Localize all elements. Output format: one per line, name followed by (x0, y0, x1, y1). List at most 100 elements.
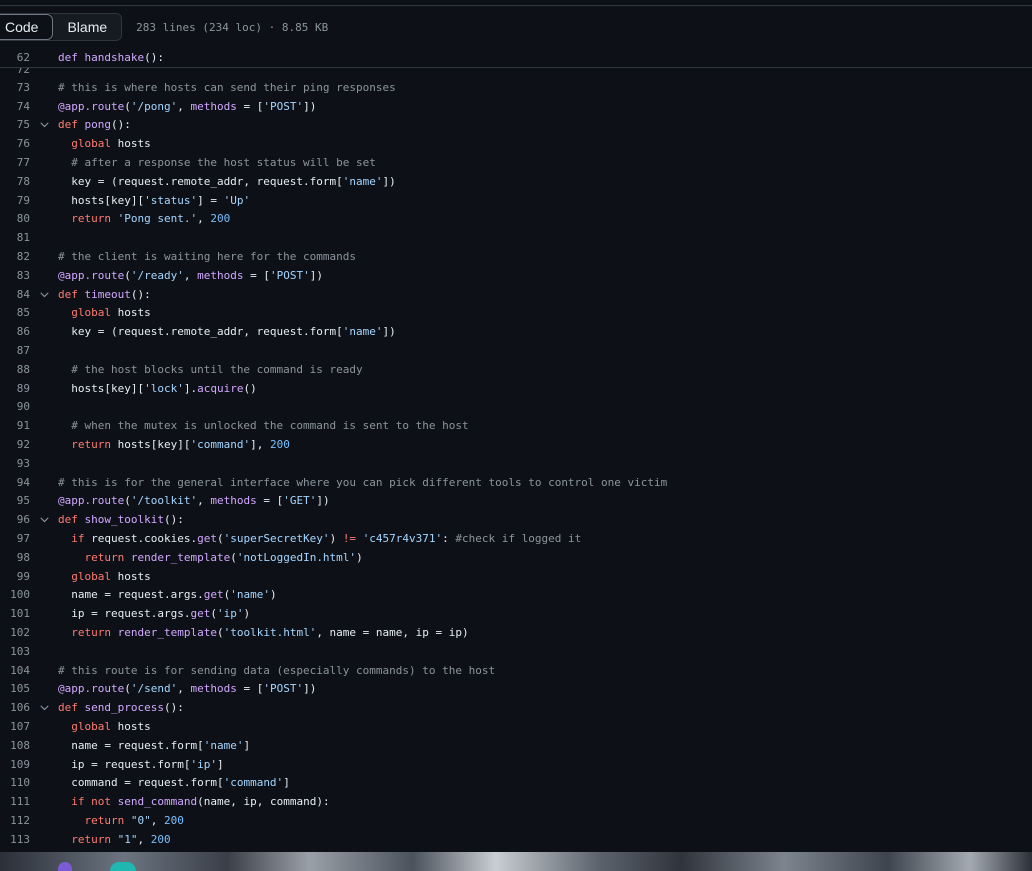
line-number[interactable]: 113 (0, 833, 30, 846)
line-number[interactable]: 92 (0, 438, 30, 451)
line-number[interactable]: 110 (0, 776, 30, 789)
line-number[interactable]: 85 (0, 306, 30, 319)
code-token: request.cookies. (84, 532, 198, 546)
taskbar-app-icon[interactable] (58, 862, 72, 871)
line-number[interactable]: 99 (0, 570, 30, 583)
desktop-taskbar (0, 852, 1032, 871)
line-number[interactable]: 100 (0, 588, 30, 601)
line-number[interactable]: 79 (0, 194, 30, 207)
line-number[interactable]: 86 (0, 325, 30, 338)
line-number[interactable]: 81 (0, 231, 30, 244)
line-number[interactable]: 103 (0, 645, 30, 658)
line-code: # this route is for sending data (especi… (58, 664, 495, 677)
line-number[interactable]: 111 (0, 795, 30, 808)
line-number[interactable]: 104 (0, 664, 30, 677)
code-token: (): (144, 50, 164, 64)
line-number[interactable]: 102 (0, 626, 30, 639)
line-number[interactable]: 105 (0, 682, 30, 695)
line-number[interactable]: 87 (0, 344, 30, 357)
code-token: render_template (117, 626, 217, 639)
line-code: key = (request.remote_addr, request.form… (58, 175, 396, 188)
code-token: # this is where hosts can send their pin… (58, 80, 396, 94)
code-line: 112 return "0", 200 (0, 811, 1032, 830)
chevron-down-icon[interactable] (30, 289, 58, 300)
code-line: 108 name = request.form['name'] (0, 736, 1032, 755)
line-code: global hosts (58, 570, 151, 583)
line-code: @app.route('/ready', methods = ['POST']) (58, 269, 323, 282)
line-number[interactable]: 108 (0, 739, 30, 752)
line-number[interactable]: 101 (0, 607, 30, 620)
code-token: # the client is waiting here for the com… (58, 250, 357, 264)
code-token: = [ (243, 268, 270, 282)
line-code: name = request.args.get('name') (58, 588, 276, 602)
code-token: ip = request.args. (58, 607, 191, 621)
code-token: send_command (117, 795, 198, 809)
line-number[interactable]: 72 (0, 68, 30, 76)
line-number[interactable]: 76 (0, 137, 30, 150)
chevron-down-icon[interactable] (30, 119, 58, 130)
line-number[interactable]: 84 (0, 288, 30, 301)
code-token: 'notLoggedIn.html' (236, 550, 357, 564)
code-token: ( (230, 550, 237, 564)
line-number[interactable]: 106 (0, 701, 30, 714)
line-number[interactable]: 62 (0, 51, 30, 64)
code-view-button[interactable]: Code (0, 14, 54, 40)
line-number[interactable]: 73 (0, 81, 30, 94)
code-token: @app.route (58, 268, 125, 282)
line-number[interactable]: 74 (0, 100, 30, 113)
line-number[interactable]: 83 (0, 269, 30, 282)
line-code: command = request.form['command'] (58, 776, 290, 789)
line-number[interactable]: 95 (0, 494, 30, 507)
blame-view-button[interactable]: Blame (53, 14, 122, 40)
line-number[interactable]: 90 (0, 400, 30, 413)
code-token: ) (243, 607, 251, 621)
code-token: ( (210, 607, 217, 621)
line-number[interactable]: 96 (0, 513, 30, 526)
code-token: != (342, 532, 357, 546)
line-number[interactable]: 93 (0, 457, 30, 470)
chevron-down-icon[interactable] (30, 702, 58, 713)
code-line: 105 @app.route('/send', methods = ['POST'… (0, 680, 1032, 699)
line-number[interactable]: 107 (0, 720, 30, 733)
line-number[interactable]: 109 (0, 758, 30, 771)
line-number[interactable]: 94 (0, 476, 30, 489)
code-token: , (197, 212, 211, 226)
code-token: ]) (303, 682, 317, 696)
taskbar-app-icon[interactable] (110, 862, 136, 871)
line-number[interactable]: 80 (0, 212, 30, 225)
line-number[interactable]: 91 (0, 419, 30, 432)
code-token: 'superSecretKey' (223, 532, 330, 546)
code-view[interactable]: 62 def handshake(): 72 73 # this is where… (0, 48, 1032, 849)
code-token: ip = request.form[ (58, 757, 191, 771)
line-number[interactable]: 89 (0, 382, 30, 395)
code-token: handshake (84, 50, 145, 64)
code-token: hosts (111, 137, 151, 151)
code-token: 'c457r4v371' (362, 532, 443, 546)
line-number[interactable]: 82 (0, 250, 30, 263)
line-number[interactable]: 75 (0, 118, 30, 131)
code-token: "0" (130, 813, 151, 827)
sticky-scroll-header[interactable]: 62 def handshake(): (0, 48, 1032, 68)
code-line: 88 # the host blocks until the command i… (0, 360, 1032, 379)
code-line: 95 @app.route('/toolkit', methods = ['GET… (0, 492, 1032, 511)
code-token: 'ip' (190, 757, 217, 771)
line-number[interactable]: 77 (0, 156, 30, 169)
line-number[interactable]: 112 (0, 814, 30, 827)
code-token: ], (250, 438, 270, 452)
code-token: get (203, 588, 224, 602)
code-token: @app.route (58, 494, 125, 508)
line-number[interactable]: 88 (0, 363, 30, 376)
code-token: ]) (382, 174, 396, 188)
code-token: def (58, 701, 78, 715)
line-number[interactable]: 98 (0, 551, 30, 564)
line-number[interactable]: 97 (0, 532, 30, 545)
chevron-down-icon[interactable] (30, 514, 58, 525)
line-number[interactable]: 78 (0, 175, 30, 188)
